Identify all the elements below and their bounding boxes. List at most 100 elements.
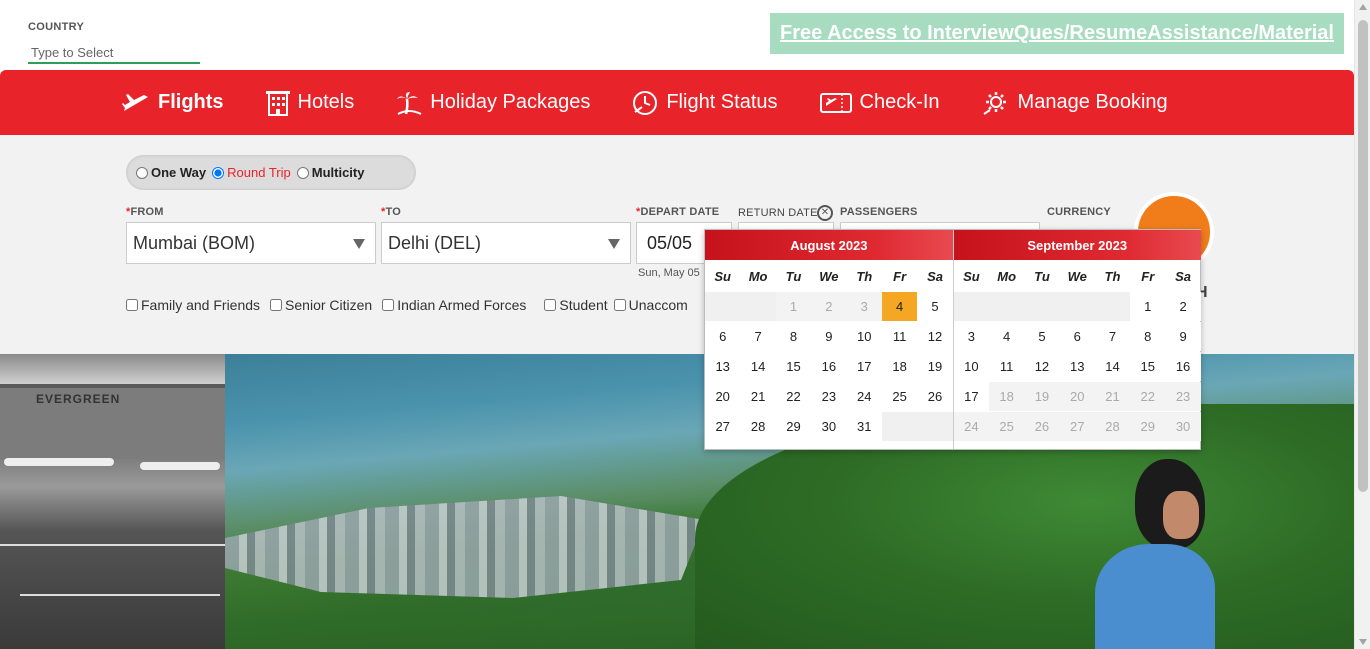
concession-options: Family and Friends Senior Citizen Indian… [126,297,698,313]
calendar-day[interactable]: 16 [811,352,847,381]
calendar-week: 10 11 12 13 14 15 16 [953,352,1201,382]
plane-shape [4,458,114,466]
scroll-thumb[interactable] [1358,20,1368,492]
calendar-day[interactable]: 18 [881,352,918,381]
calendar-day[interactable]: 13 [1059,352,1095,381]
nav-manage-booking[interactable]: Manage Booking [982,90,1168,116]
nav-flights[interactable]: Flights [122,91,224,115]
month-title: September 2023 [953,230,1201,260]
calendar-day[interactable]: 17 [846,352,882,381]
calendar-day: 30 [1165,412,1201,441]
round-trip-label: Round Trip [227,165,291,180]
country-input[interactable] [28,42,200,64]
calendar-day[interactable]: 4 [881,292,918,321]
calendar-day[interactable]: 22 [775,382,812,411]
calendar-day[interactable]: 10 [846,322,882,351]
concession-armed-forces[interactable]: Indian Armed Forces [382,297,526,313]
calendar-day: 22 [1130,382,1166,411]
calendar-week: 6 7 8 9 10 11 12 [705,322,953,352]
calendar-day[interactable]: 7 [1094,322,1131,351]
senior-checkbox[interactable] [270,299,283,311]
nav-hotels-label: Hotels [297,91,355,113]
calendar-day[interactable]: 11 [881,322,918,351]
armed-forces-checkbox[interactable] [382,299,395,311]
calendar-day[interactable]: 4 [989,322,1025,351]
to-select[interactable]: Delhi (DEL) [381,222,631,264]
student-checkbox[interactable] [544,299,557,311]
calendar-empty-cell [705,292,741,321]
weekday-label: We [819,268,839,284]
round-trip-radio[interactable] [212,166,225,179]
calendar-day[interactable]: 14 [1094,352,1131,381]
calendar-day[interactable]: 1 [1130,292,1166,321]
nav-flight-status[interactable]: Flight Status [632,90,778,116]
weekday-label: Mo [748,268,768,284]
calendar-day[interactable]: 6 [1059,322,1095,351]
weekday-label: Su [714,268,731,284]
calendar-empty-cell [1024,292,1060,321]
weekday-label: Tu [785,268,802,284]
calendar-day: 28 [1094,412,1131,441]
calendar-week: 13 14 15 16 17 18 19 [705,352,953,382]
calendar-day[interactable]: 5 [917,292,953,321]
calendar-day[interactable]: 30 [811,412,847,441]
one-way-radio[interactable] [136,166,148,179]
multicity-radio[interactable] [296,166,309,179]
from-select[interactable]: Mumbai (BOM) [126,222,376,264]
calendar-day[interactable]: 7 [740,322,776,351]
concession-family[interactable]: Family and Friends [126,297,260,313]
calendar-day[interactable]: 6 [705,322,741,351]
family-checkbox[interactable] [126,299,138,311]
calendar-day[interactable]: 8 [1130,322,1166,351]
calendar-day[interactable]: 19 [917,352,953,381]
calendar-day[interactable]: 11 [989,352,1025,381]
calendar-day[interactable]: 31 [846,412,882,441]
calendar-day[interactable]: 29 [775,412,812,441]
trip-one-way[interactable]: One Way [136,165,206,180]
calendar-day[interactable]: 15 [775,352,812,381]
calendar-day[interactable]: 17 [953,382,990,411]
calendar-day[interactable]: 16 [1165,352,1201,381]
scroll-up-icon[interactable] [1359,4,1367,10]
page-scrollbar[interactable] [1354,0,1370,649]
calendar-day[interactable]: 14 [740,352,776,381]
trip-round-trip[interactable]: Round Trip [212,165,291,180]
calendar-day[interactable]: 10 [953,352,990,381]
calendar-day[interactable]: 13 [705,352,741,381]
scroll-down-icon[interactable] [1359,639,1367,645]
unaccompanied-checkbox[interactable] [613,299,626,311]
nav-hotels[interactable]: Hotels [265,90,355,116]
calendar-day[interactable]: 25 [881,382,918,411]
calendar-day[interactable]: 26 [917,382,953,411]
calendar-empty-cell [881,412,918,441]
weekday-label: We [1067,268,1087,284]
calendar-day[interactable]: 12 [917,322,953,351]
calendar-day[interactable]: 8 [775,322,812,351]
calendar-week: 12345 [705,292,953,322]
clear-return-date-icon[interactable]: ✕ [817,205,833,221]
calendar-day[interactable]: 24 [846,382,882,411]
airplane-icon [122,93,148,111]
calendar-day[interactable]: 2 [1165,292,1201,321]
calendar-day[interactable]: 28 [740,412,776,441]
promo-link[interactable]: Free Access to InterviewQues/ResumeAssis… [780,22,1334,45]
concession-student[interactable]: Student [544,297,608,313]
trip-multicity[interactable]: Multicity [296,165,364,180]
calendar-day[interactable]: 12 [1024,352,1060,381]
calendar-day[interactable]: 3 [953,322,990,351]
calendar-day[interactable]: 20 [705,382,741,411]
calendar-day[interactable]: 9 [811,322,847,351]
calendar-day[interactable]: 5 [1024,322,1060,351]
calendar-day: 18 [989,382,1025,411]
nav-holiday-packages[interactable]: Holiday Packages [396,90,590,116]
calendar-day[interactable]: 21 [740,382,776,411]
hotel-icon [265,90,290,116]
nav-checkin[interactable]: Check-In [819,91,940,114]
calendar-day[interactable]: 27 [705,412,741,441]
depart-date-value: 05/05 [647,232,693,253]
concession-senior[interactable]: Senior Citizen [270,297,372,313]
calendar-day[interactable]: 23 [811,382,847,411]
calendar-day[interactable]: 15 [1130,352,1166,381]
calendar-day[interactable]: 9 [1165,322,1201,351]
concession-unaccompanied[interactable]: Unaccom [613,297,688,313]
